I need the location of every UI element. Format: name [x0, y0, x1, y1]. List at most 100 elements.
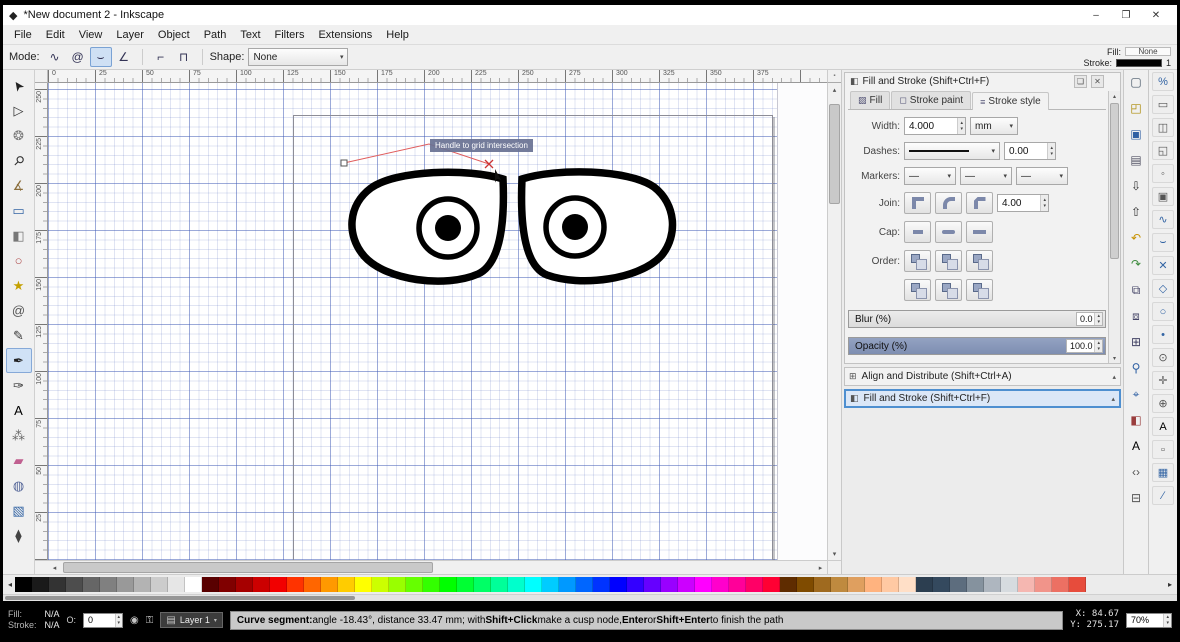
- palette-swatch[interactable]: [304, 577, 321, 592]
- palette-swatch[interactable]: [729, 577, 746, 592]
- order-option-2-button[interactable]: [935, 250, 962, 272]
- zoom-page-button[interactable]: ⌖: [1126, 384, 1147, 404]
- xml-editor-button[interactable]: ‹›: [1126, 462, 1147, 482]
- palette-swatch[interactable]: [576, 577, 593, 592]
- snap-toggle-button[interactable]: %: [1152, 72, 1174, 91]
- new-document-button[interactable]: ▢: [1126, 72, 1147, 92]
- copy-button[interactable]: ⧉: [1126, 280, 1147, 300]
- width-unit-dropdown[interactable]: mm ▾: [970, 117, 1018, 135]
- palette-swatch[interactable]: [1052, 577, 1069, 592]
- right-eye-pupil[interactable]: [562, 214, 588, 240]
- join-miter-button[interactable]: [904, 192, 931, 214]
- align-dialog-button[interactable]: ⊟: [1126, 488, 1147, 508]
- marker-start-dropdown[interactable]: — ▾: [904, 167, 956, 185]
- palette-swatch[interactable]: [287, 577, 304, 592]
- mode-spiro[interactable]: @: [67, 47, 89, 67]
- dock-float-button[interactable]: ❏: [1074, 75, 1087, 88]
- palette-swatch[interactable]: [746, 577, 763, 592]
- palette-scroll-thumb[interactable]: [5, 596, 355, 600]
- palette-swatch[interactable]: [814, 577, 831, 592]
- palette-swatch[interactable]: [797, 577, 814, 592]
- fill-stroke-panel-header[interactable]: ◧ Fill and Stroke (Shift+Ctrl+F) ▴: [844, 389, 1121, 408]
- menu-help[interactable]: Help: [379, 27, 416, 43]
- snap-object-center-button[interactable]: ✛: [1152, 371, 1174, 390]
- mode-sequence[interactable]: ⊓: [173, 47, 195, 67]
- snap-bbox-midpoint-button[interactable]: ◦: [1152, 164, 1174, 183]
- snap-bbox-edge-button[interactable]: ◫: [1152, 118, 1174, 137]
- palette-swatch[interactable]: [457, 577, 474, 592]
- snap-others-button[interactable]: ⊙: [1152, 348, 1174, 367]
- palette-swatch[interactable]: [950, 577, 967, 592]
- eraser-tool[interactable]: ▰: [6, 448, 32, 473]
- ruler-corner-button[interactable]: ▪: [827, 70, 841, 83]
- palette-swatch[interactable]: [916, 577, 933, 592]
- menu-view[interactable]: View: [72, 27, 110, 43]
- snap-rotation-center-button[interactable]: ⊕: [1152, 394, 1174, 413]
- dock-close-button[interactable]: ✕: [1091, 75, 1104, 88]
- expander-icon[interactable]: ▴: [1112, 373, 1116, 381]
- dash-offset-spinner[interactable]: 0.00 ▴ ▾: [1004, 142, 1056, 160]
- palette-swatch[interactable]: [899, 577, 916, 592]
- scroll-down-icon[interactable]: ▾: [828, 547, 841, 560]
- palette-swatch[interactable]: [644, 577, 661, 592]
- palette-swatch[interactable]: [440, 577, 457, 592]
- left-eye-pupil[interactable]: [435, 215, 461, 241]
- snap-bbox-button[interactable]: ▭: [1152, 95, 1174, 114]
- scroll-down-icon[interactable]: ▾: [1109, 353, 1120, 363]
- order-option-5-button[interactable]: [935, 279, 962, 301]
- ellipse-tool[interactable]: ○: [6, 248, 32, 273]
- text-tool[interactable]: A: [6, 398, 32, 423]
- fill-stroke-status[interactable]: Fill: N/A Stroke: N/A: [8, 610, 60, 630]
- join-bevel-button[interactable]: [966, 192, 993, 214]
- path-node-handle[interactable]: [340, 159, 348, 167]
- palette-swatch[interactable]: [610, 577, 627, 592]
- pencil-tool[interactable]: ✎: [6, 323, 32, 348]
- spray-tool[interactable]: ⁂: [6, 423, 32, 448]
- palette-swatch[interactable]: [627, 577, 644, 592]
- scroll-right-icon[interactable]: ▸: [814, 561, 827, 574]
- join-round-button[interactable]: [935, 192, 962, 214]
- order-option-3-button[interactable]: [966, 250, 993, 272]
- palette-swatch[interactable]: [32, 577, 49, 592]
- tab-stroke-paint[interactable]: ◻ Stroke paint: [891, 91, 972, 109]
- bucket-fill-tool[interactable]: ◍: [6, 473, 32, 498]
- palette-scrollbar[interactable]: [3, 594, 1177, 601]
- star-tool[interactable]: ★: [6, 273, 32, 298]
- menu-edit[interactable]: Edit: [39, 27, 72, 43]
- box3d-tool[interactable]: ◧: [6, 223, 32, 248]
- palette-swatch[interactable]: [559, 577, 576, 592]
- mode-bspline[interactable]: ⌣: [89, 47, 112, 67]
- palette-swatch[interactable]: [967, 577, 984, 592]
- paste-button[interactable]: ⧈: [1126, 306, 1147, 326]
- snap-cusp-node-button[interactable]: ◇: [1152, 279, 1174, 298]
- palette-swatch[interactable]: [933, 577, 950, 592]
- horizontal-scrollbar[interactable]: ◂ ▸: [35, 560, 841, 574]
- palette-swatch[interactable]: [661, 577, 678, 592]
- blur-slider[interactable]: Blur (%) 0.0 ▴ ▾: [848, 310, 1106, 328]
- snap-text-baseline-button[interactable]: A: [1152, 417, 1174, 436]
- snap-midpoint-button[interactable]: •: [1152, 325, 1174, 344]
- palette-swatch[interactable]: [474, 577, 491, 592]
- cap-square-button[interactable]: [966, 221, 993, 243]
- canvas[interactable]: Handle to grid intersection: [48, 83, 827, 560]
- palette-swatch[interactable]: [423, 577, 440, 592]
- snap-bbox-center-button[interactable]: ▣: [1152, 187, 1174, 206]
- gradient-tool[interactable]: ▧: [6, 498, 32, 523]
- measure-tool[interactable]: ∡: [6, 173, 32, 198]
- palette-swatch[interactable]: [984, 577, 1001, 592]
- palette-swatch[interactable]: [695, 577, 712, 592]
- tab-fill[interactable]: ▨ Fill: [850, 91, 891, 109]
- print-document-button[interactable]: ▤: [1126, 150, 1147, 170]
- palette-swatch[interactable]: [270, 577, 287, 592]
- import-button[interactable]: ⇩: [1126, 176, 1147, 196]
- mode-bezier[interactable]: ∿: [44, 47, 66, 67]
- stroke-width-spinner[interactable]: 4.000 ▴ ▾: [904, 117, 966, 135]
- tab-stroke-style[interactable]: ≡ Stroke style: [972, 92, 1049, 110]
- order-option-6-button[interactable]: [966, 279, 993, 301]
- palette-swatch[interactable]: [168, 577, 185, 592]
- snap-page-border-button[interactable]: ▫: [1152, 440, 1174, 459]
- bezier-pen-tool[interactable]: ✒: [5, 348, 32, 373]
- palette-swatch[interactable]: [15, 577, 32, 592]
- expander-icon[interactable]: ▴: [1111, 395, 1115, 403]
- menu-filters[interactable]: Filters: [268, 27, 312, 43]
